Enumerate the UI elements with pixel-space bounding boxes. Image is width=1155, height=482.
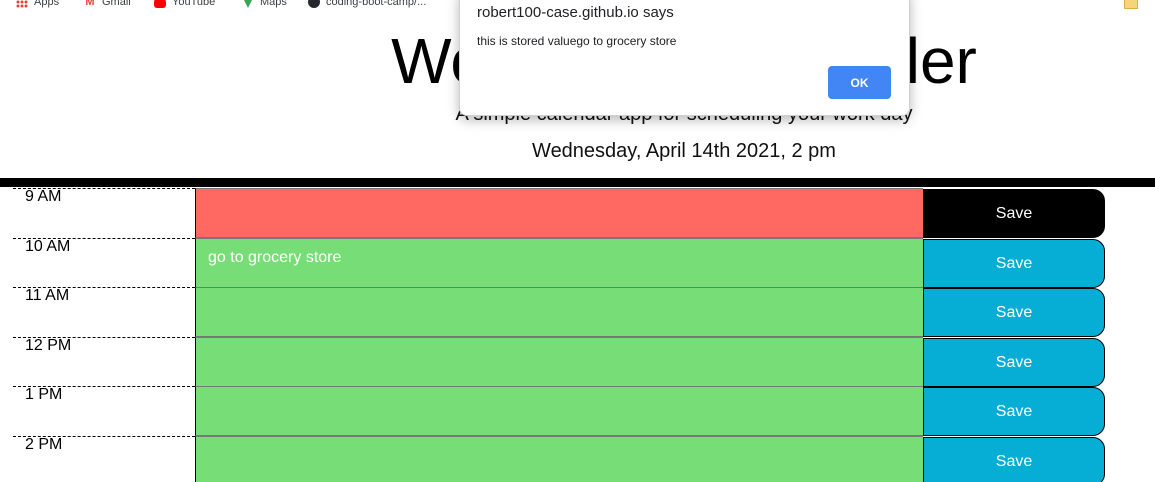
ok-button[interactable]: OK <box>828 66 891 99</box>
description-textarea[interactable]: go to grocery store <box>195 238 923 288</box>
hour-label: 9 AM <box>13 188 195 238</box>
time-block-row: 12 PM Save <box>0 337 1155 387</box>
time-block-row: 2 PM Save <box>0 436 1155 482</box>
current-day: Wednesday, April 14th 2021, 2 pm <box>532 140 836 162</box>
save-button[interactable]: Save <box>923 338 1105 387</box>
alert-message: this is stored valuego to grocery store <box>477 34 677 48</box>
save-button[interactable]: Save <box>923 437 1105 482</box>
alert-dialog: robert100-case.github.io says this is st… <box>459 0 910 116</box>
alert-title: robert100-case.github.io says <box>477 4 674 21</box>
save-button[interactable]: Save <box>923 387 1105 436</box>
save-button[interactable]: Save <box>923 189 1105 238</box>
hour-label: 2 PM <box>13 436 195 482</box>
time-block-row: 9 AM Save <box>0 188 1155 238</box>
hour-label: 11 AM <box>13 287 195 337</box>
description-textarea[interactable] <box>195 188 923 238</box>
time-block-row: 11 AM Save <box>0 287 1155 337</box>
time-block-row: 1 PM Save <box>0 386 1155 436</box>
description-textarea[interactable] <box>195 287 923 337</box>
description-textarea[interactable] <box>195 337 923 387</box>
header-divider <box>0 178 1155 187</box>
hour-label: 12 PM <box>13 337 195 387</box>
description-textarea[interactable] <box>195 386 923 436</box>
hour-label: 1 PM <box>13 386 195 436</box>
description-textarea[interactable] <box>195 436 923 482</box>
time-block-row: 10 AM go to grocery store Save <box>0 238 1155 288</box>
hour-label: 10 AM <box>13 238 195 288</box>
save-button[interactable]: Save <box>923 288 1105 337</box>
save-button[interactable]: Save <box>923 239 1105 288</box>
